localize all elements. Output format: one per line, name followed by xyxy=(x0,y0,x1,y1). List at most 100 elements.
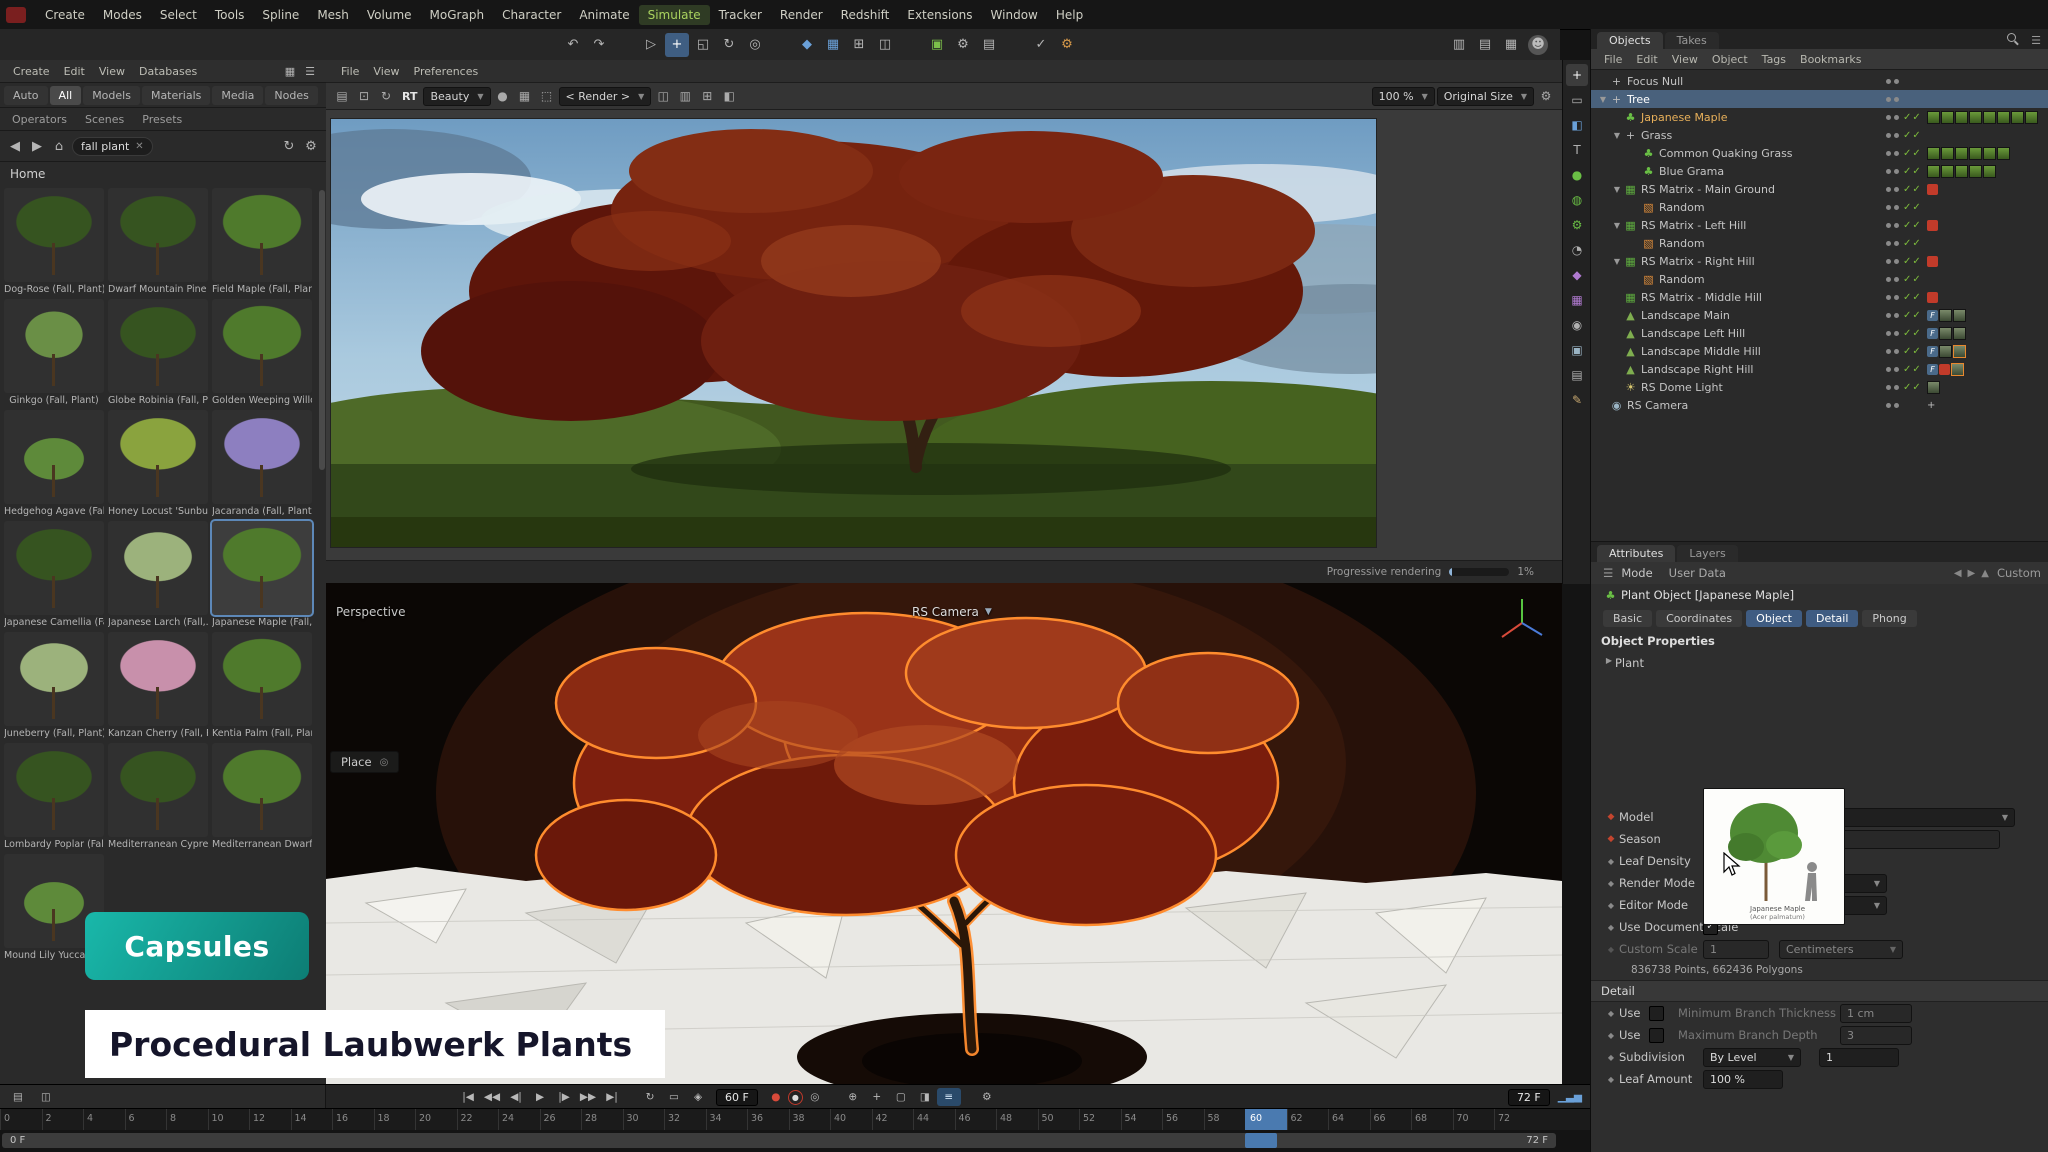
footer-list-icon[interactable]: ▤ xyxy=(6,1088,30,1106)
undo-icon[interactable]: ↶ xyxy=(561,33,585,57)
menu-item[interactable]: Volume xyxy=(358,5,421,25)
renderer-dropdown[interactable]: < Render >▼ xyxy=(559,87,652,106)
material-tags[interactable] xyxy=(1927,165,2045,178)
material-tags[interactable] xyxy=(1927,147,2045,160)
pass-dropdown[interactable]: Beauty▼ xyxy=(423,87,490,106)
keyframe-dot-icon[interactable]: ◆ xyxy=(1603,1075,1619,1084)
loop-icon[interactable]: ↻ xyxy=(638,1088,662,1106)
asset-filter-tab[interactable]: Nodes xyxy=(265,86,317,105)
tab-objects[interactable]: Objects xyxy=(1597,32,1663,49)
object-row-landscape-middle-hill[interactable]: ▲ Landscape Middle Hill ✓✓ xyxy=(1591,342,2048,360)
min-branch-use-checkbox[interactable] xyxy=(1649,1006,1664,1021)
asset-item[interactable]: Ginkgo (Fall, Plant) xyxy=(4,299,104,406)
asset-item[interactable]: Japanese Larch (Fall,... xyxy=(108,521,208,628)
plant-expand-icon[interactable]: ▶ xyxy=(1603,656,1615,665)
goto-start-icon[interactable]: |◀ xyxy=(456,1088,480,1106)
asset-item[interactable]: Kanzan Cherry (Fall, Pl... xyxy=(108,632,208,739)
tab-phong[interactable]: Phong xyxy=(1862,610,1916,627)
zoom-dropdown[interactable]: 100 %▼ xyxy=(1372,87,1435,106)
current-frame-marker[interactable]: 60 xyxy=(1245,1109,1287,1131)
ram-player-icon[interactable]: ▁▃▅ xyxy=(1556,1088,1584,1106)
object-row-landscape-left-hill[interactable]: ▲ Landscape Left Hill ✓✓ xyxy=(1591,324,2048,342)
move-mode-icon[interactable]: + xyxy=(1566,64,1588,86)
asset-filter-tab[interactable]: Materials xyxy=(142,86,210,105)
next-key-icon[interactable]: ▶▶ xyxy=(576,1088,600,1106)
object-row-blue-grama[interactable]: ♣ Blue Grama ✓✓ xyxy=(1591,162,2048,180)
menu-item[interactable]: Render xyxy=(771,5,832,25)
asset-item[interactable]: Japanese Maple (Fall, ... xyxy=(212,521,312,628)
view-grid-icon[interactable]: ▦ xyxy=(281,62,299,80)
object-row-common-quaking-grass[interactable]: ♣ Common Quaking Grass ✓✓ xyxy=(1591,144,2048,162)
object-row-rs-matrix-right-hill[interactable]: ▼▦ RS Matrix - Right Hill ✓✓ xyxy=(1591,252,2048,270)
scale-key-icon[interactable]: + xyxy=(865,1088,889,1106)
om-menu-item[interactable]: Object xyxy=(1705,52,1755,67)
material-tags[interactable] xyxy=(1927,111,2045,124)
filter-icon[interactable]: ☰ xyxy=(2031,34,2041,47)
object-row-rs-matrix-left-hill[interactable]: ▼▦ RS Matrix - Left Hill ✓✓ xyxy=(1591,216,2048,234)
view-list-icon[interactable]: ☰ xyxy=(301,62,319,80)
live-selection-icon[interactable]: ▷ xyxy=(639,33,663,57)
asset-category-tab[interactable]: Scenes xyxy=(77,111,132,128)
filter-icon[interactable]: ◧ xyxy=(719,86,739,106)
camera-tool-icon[interactable]: ▣ xyxy=(1566,339,1588,361)
asset-item[interactable]: Lombardy Poplar (Fall... xyxy=(4,743,104,850)
visibility-dots[interactable] xyxy=(1881,385,1903,390)
parameter-key-icon[interactable]: ◨ xyxy=(913,1088,937,1106)
visibility-dots[interactable] xyxy=(1881,241,1903,246)
frame-ruler[interactable]: 0246810121416182022242628303234363840424… xyxy=(0,1108,1590,1131)
object-row-landscape-right-hill[interactable]: ▲ Landscape Right Hill ✓✓ xyxy=(1591,360,2048,378)
asset-filter-tab[interactable]: Auto xyxy=(4,86,48,105)
visibility-dots[interactable] xyxy=(1881,187,1903,192)
om-menu-item[interactable]: View xyxy=(1665,52,1705,67)
grid-icon[interactable]: ▦ xyxy=(515,86,535,106)
snapshot-icon[interactable]: ▥ xyxy=(675,86,695,106)
custom-scale-field[interactable]: 1 xyxy=(1703,940,1769,959)
expand-arrow-icon[interactable]: ▼ xyxy=(1611,185,1623,194)
menu-item[interactable]: Help xyxy=(1047,5,1092,25)
layout-2-icon[interactable]: ▤ xyxy=(1473,33,1497,57)
object-row-rs-dome-light[interactable]: ☀ RS Dome Light ✓✓ xyxy=(1591,378,2048,396)
menu-item[interactable]: Tools xyxy=(206,5,254,25)
viewport[interactable]: Perspective RS Camera ▼ Place ◎ xyxy=(326,583,1562,1084)
settings-icon[interactable]: ⚙ xyxy=(303,134,319,158)
tab-basic[interactable]: Basic xyxy=(1603,610,1652,627)
clear-search-icon[interactable]: ✕ xyxy=(135,141,143,152)
refresh-icon[interactable]: ↻ xyxy=(281,134,297,158)
expand-arrow-icon[interactable]: ▼ xyxy=(1611,257,1623,266)
gizmo-toggle-icon[interactable]: ⚙ xyxy=(1055,33,1079,57)
menu-item[interactable]: Animate xyxy=(570,5,638,25)
size-dropdown[interactable]: Original Size▼ xyxy=(1437,87,1534,106)
tab-object[interactable]: Object xyxy=(1746,610,1802,627)
visibility-dots[interactable] xyxy=(1881,349,1903,354)
visibility-dots[interactable] xyxy=(1881,295,1903,300)
sphere-tool-icon[interactable]: ◉ xyxy=(1566,314,1588,336)
model-mode-icon[interactable]: ▭ xyxy=(1566,89,1588,111)
coord-system-icon[interactable]: ◎ xyxy=(743,33,767,57)
asset-item[interactable]: Golden Weeping Willo... xyxy=(212,299,312,406)
leaf-amount-field[interactable]: 100 % xyxy=(1703,1070,1783,1089)
range-track[interactable]: 0 F 72 F xyxy=(2,1133,1556,1148)
keyframe-dot-icon[interactable]: ◆ xyxy=(1603,812,1619,822)
end-frame-field[interactable]: 72 F xyxy=(1508,1089,1550,1106)
add-tag-icon[interactable]: + xyxy=(1927,400,2045,411)
channel-icon[interactable]: ● xyxy=(493,86,513,106)
asset-menu-item[interactable]: Databases xyxy=(132,63,204,80)
detail-section-heading[interactable]: Detail xyxy=(1591,980,2048,1002)
position-key-icon[interactable]: ⊕ xyxy=(841,1088,865,1106)
render-view-menu-item[interactable]: File xyxy=(334,63,366,80)
menu-item[interactable]: Tracker xyxy=(710,5,771,25)
object-row-random[interactable]: ▧ Random ✓✓ xyxy=(1591,270,2048,288)
keyframe-dot-icon[interactable]: ◆ xyxy=(1603,1053,1619,1062)
nav-forward-icon[interactable]: ▶ xyxy=(1968,568,1976,579)
keyframe-dot-icon[interactable]: ◆ xyxy=(1603,1031,1619,1040)
histogram-icon[interactable]: ⊞ xyxy=(697,86,717,106)
menu-item[interactable]: Spline xyxy=(253,5,308,25)
keyframe-dot-icon[interactable]: ◆ xyxy=(1603,1009,1619,1018)
visibility-dots[interactable] xyxy=(1881,133,1903,138)
save-image-icon[interactable]: ▤ xyxy=(332,86,352,106)
quantize-icon[interactable]: ◫ xyxy=(873,33,897,57)
object-mode-icon[interactable]: ◧ xyxy=(1566,114,1588,136)
keyframe-dot-icon[interactable]: ◆ xyxy=(1603,879,1619,888)
asset-item[interactable]: Field Maple (Fall, Plant) xyxy=(212,188,312,295)
grid-snap-icon[interactable]: ▦ xyxy=(821,33,845,57)
